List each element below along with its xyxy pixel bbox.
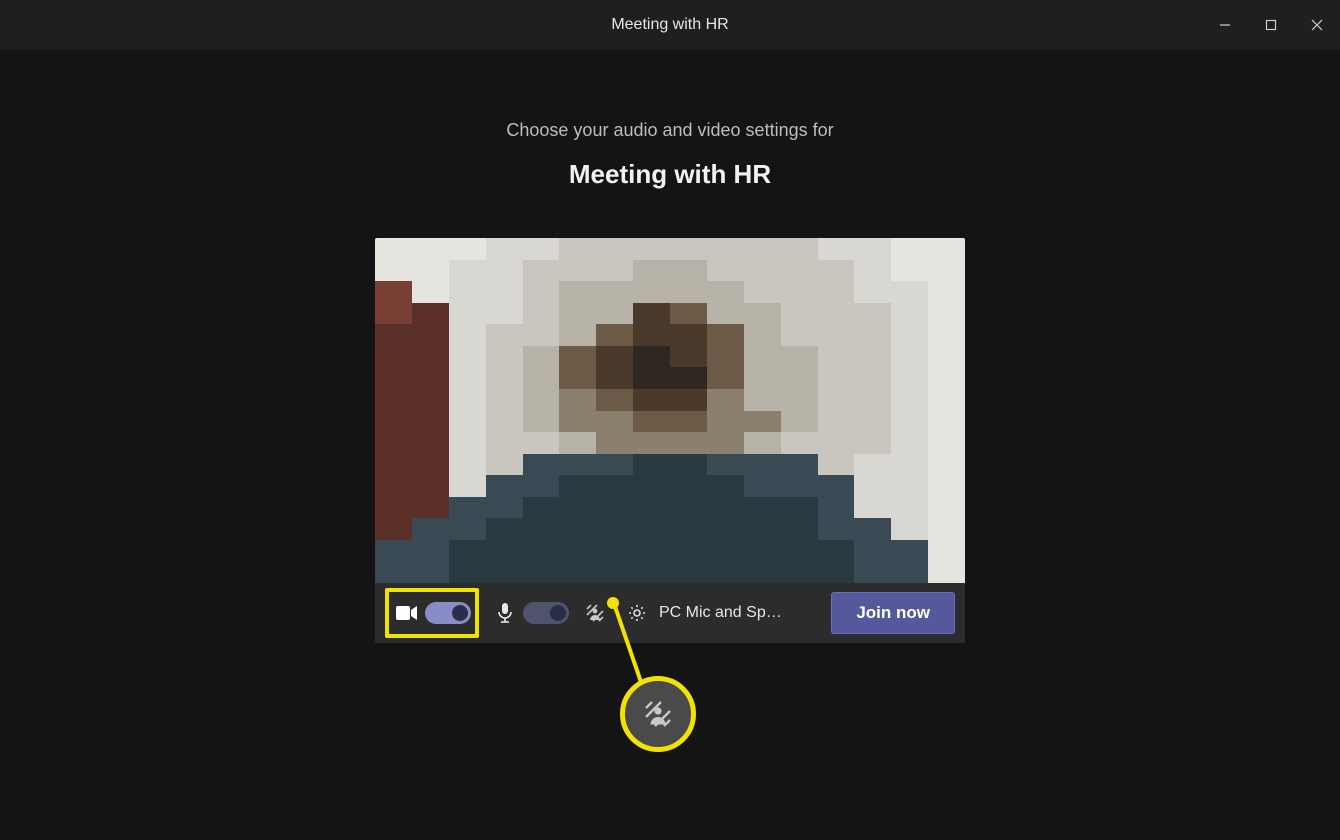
prejoin-subtitle: Choose your audio and video settings for xyxy=(0,120,1340,141)
annotation-circle xyxy=(620,676,696,752)
close-button[interactable] xyxy=(1294,0,1340,50)
device-settings-icon[interactable] xyxy=(625,601,649,625)
window-title: Meeting with HR xyxy=(611,16,728,34)
minimize-button[interactable] xyxy=(1202,0,1248,50)
background-effects-icon[interactable] xyxy=(583,601,607,625)
window-controls xyxy=(1202,0,1340,50)
microphone-toggle[interactable] xyxy=(523,602,569,624)
microphone-icon xyxy=(493,601,517,625)
preview-card: PC Mic and Sp… Join now xyxy=(375,238,965,643)
device-label[interactable]: PC Mic and Sp… xyxy=(659,604,782,622)
annotation-dot xyxy=(607,597,619,609)
meeting-name: Meeting with HR xyxy=(0,159,1340,190)
maximize-button[interactable] xyxy=(1248,0,1294,50)
camera-icon xyxy=(395,601,419,625)
join-now-button[interactable]: Join now xyxy=(831,592,955,634)
camera-preview xyxy=(375,238,965,583)
camera-toggle[interactable] xyxy=(425,602,471,624)
prejoin-controls: PC Mic and Sp… Join now xyxy=(375,583,965,643)
camera-toggle-highlight xyxy=(385,588,479,638)
background-effects-icon xyxy=(642,698,674,730)
prejoin-panel: Choose your audio and video settings for… xyxy=(0,120,1340,643)
titlebar: Meeting with HR xyxy=(0,0,1340,50)
